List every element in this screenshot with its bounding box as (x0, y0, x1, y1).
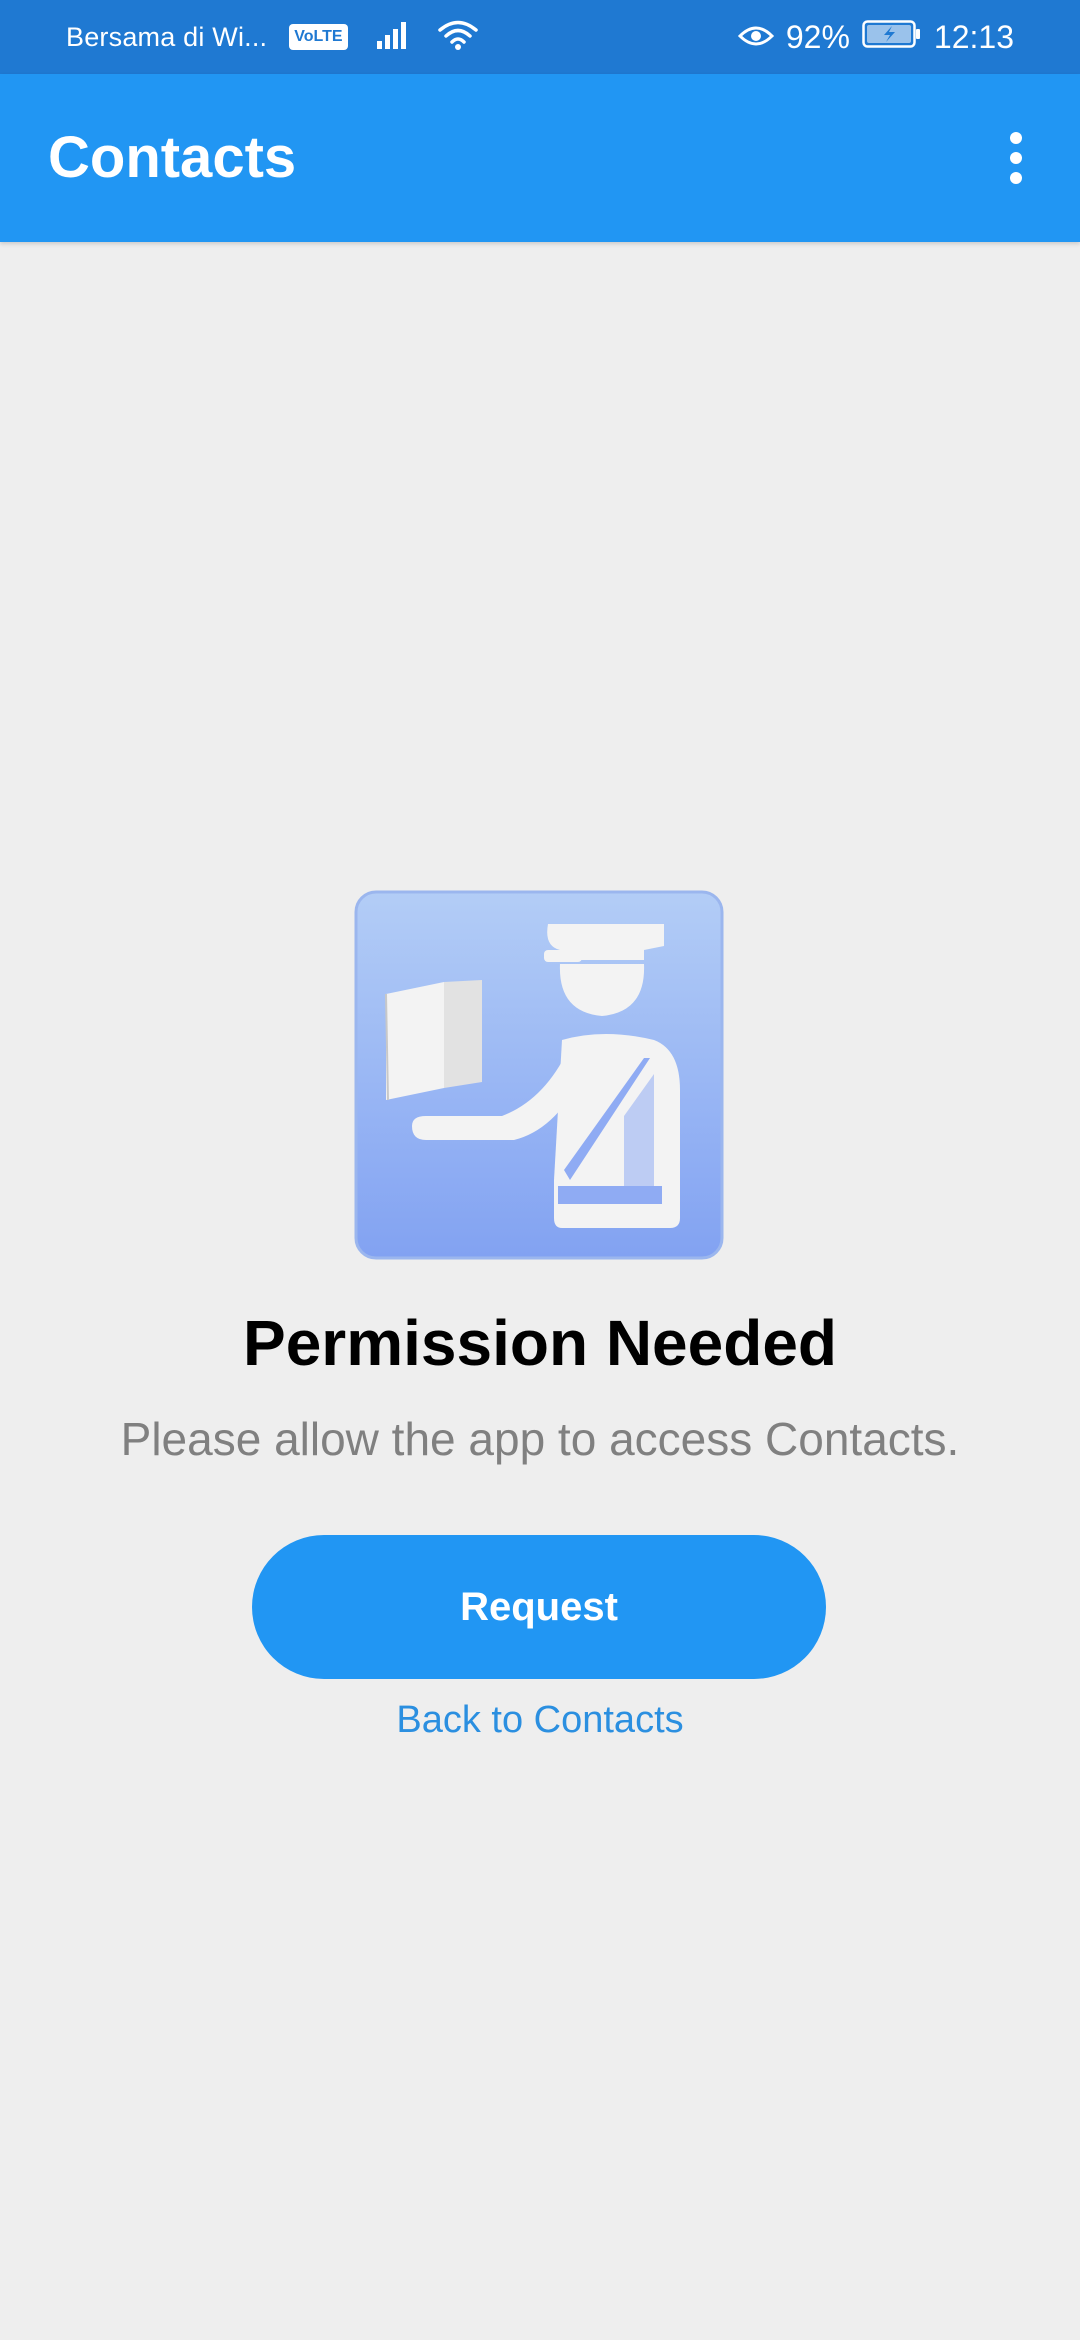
app-bar: Contacts (0, 74, 1080, 242)
status-left: Bersama di Wi... VoLTE (66, 0, 478, 74)
back-to-contacts-link[interactable]: Back to Contacts (0, 1699, 1080, 1742)
eye-icon (737, 19, 774, 56)
status-bar: Bersama di Wi... VoLTE 92% 12:13 (0, 0, 1080, 74)
carrier-label: Bersama di Wi... (66, 21, 268, 52)
overflow-dot (1010, 172, 1022, 184)
clock: 12:13 (933, 18, 1014, 55)
overflow-dot (1010, 152, 1022, 164)
request-button[interactable]: Request (252, 1535, 826, 1679)
status-right: 92% 12:13 (737, 0, 1014, 74)
overflow-dot (1010, 132, 1022, 144)
battery-charging-icon (862, 19, 922, 56)
permission-title: Permission Needed (243, 1307, 837, 1379)
permission-message: Please allow the app to access Contacts. (120, 1413, 960, 1465)
customs-officer-icon (354, 890, 724, 1260)
overflow-menu-icon[interactable] (986, 128, 1046, 188)
battery-percent: 92% (785, 18, 850, 55)
volte-icon: VoLTE (289, 24, 348, 50)
page-title: Contacts (48, 125, 297, 190)
wifi-icon (437, 19, 478, 56)
signal-icon (376, 21, 410, 54)
